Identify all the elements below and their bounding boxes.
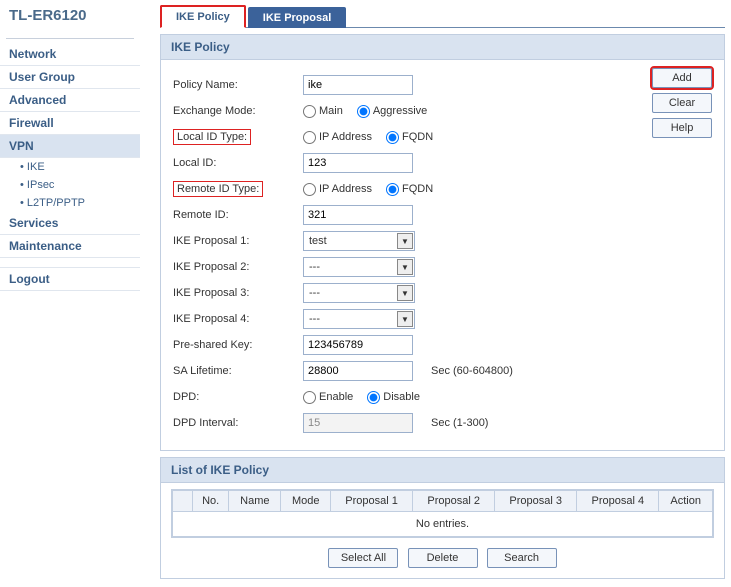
chevron-down-icon: ▼: [397, 285, 413, 301]
nav-network[interactable]: Network: [0, 43, 140, 66]
local-id-input[interactable]: [303, 153, 413, 173]
table-empty: No entries.: [172, 512, 713, 537]
radio-dpd-disable[interactable]: Disable: [367, 391, 420, 404]
label-exchange-mode: Exchange Mode:: [173, 105, 303, 117]
dpd-interval-suffix: Sec (1-300): [431, 417, 488, 429]
nav-advanced[interactable]: Advanced: [0, 89, 140, 112]
radio-main[interactable]: Main: [303, 105, 343, 118]
col-checkbox: [173, 491, 193, 512]
nav-maintenance[interactable]: Maintenance: [0, 235, 140, 258]
col-p3: Proposal 3: [495, 491, 577, 512]
nav-firewall[interactable]: Firewall: [0, 112, 140, 135]
chevron-down-icon: ▼: [397, 233, 413, 249]
proposal-3-select[interactable]: ---▼: [303, 283, 415, 303]
label-local-id: Local ID:: [173, 157, 303, 169]
nav-ipsec[interactable]: IPsec: [0, 176, 140, 194]
sa-lifetime-input[interactable]: [303, 361, 413, 381]
col-name: Name: [229, 491, 281, 512]
clear-button[interactable]: Clear: [652, 93, 712, 113]
remote-id-input[interactable]: [303, 205, 413, 225]
col-mode: Mode: [281, 491, 331, 512]
policy-table: No. Name Mode Proposal 1 Proposal 2 Prop…: [172, 490, 713, 512]
proposal-4-select[interactable]: ---▼: [303, 309, 415, 329]
label-dpd: DPD:: [173, 391, 303, 403]
label-psk: Pre-shared Key:: [173, 339, 303, 351]
search-button[interactable]: Search: [487, 548, 557, 568]
label-local-id-type: Local ID Type:: [173, 131, 303, 143]
nav-ike[interactable]: IKE: [0, 158, 140, 176]
label-policy-name: Policy Name:: [173, 79, 303, 91]
form-ike-policy: Add Clear Help Policy Name: Exchange Mod…: [160, 60, 725, 451]
nav-vpn[interactable]: VPN: [0, 135, 140, 158]
help-button[interactable]: Help: [652, 118, 712, 138]
radio-local-ip[interactable]: IP Address: [303, 131, 372, 144]
nav-l2tp-pptp[interactable]: L2TP/PPTP: [0, 194, 140, 212]
nav-logout[interactable]: Logout: [0, 268, 140, 291]
radio-dpd-enable[interactable]: Enable: [303, 391, 353, 404]
col-no: No.: [193, 491, 229, 512]
list-area: No. Name Mode Proposal 1 Proposal 2 Prop…: [160, 483, 725, 579]
proposal-1-select[interactable]: test▼: [303, 231, 415, 251]
col-action: Action: [659, 491, 713, 512]
nav-user-group[interactable]: User Group: [0, 66, 140, 89]
sidebar: TL-ER6120 Network User Group Advanced Fi…: [0, 0, 140, 587]
psk-input[interactable]: [303, 335, 413, 355]
label-remote-id: Remote ID:: [173, 209, 303, 221]
tab-ike-policy[interactable]: IKE Policy: [160, 5, 246, 28]
table-footer-buttons: Select All Delete Search: [171, 548, 714, 568]
dpd-interval-input: [303, 413, 413, 433]
chevron-down-icon: ▼: [397, 259, 413, 275]
nav-services[interactable]: Services: [0, 212, 140, 235]
label-proposal-3: IKE Proposal 3:: [173, 287, 303, 299]
col-p1: Proposal 1: [331, 491, 413, 512]
action-buttons: Add Clear Help: [652, 68, 712, 138]
section-list-policy: List of IKE Policy: [160, 457, 725, 483]
add-button[interactable]: Add: [652, 68, 712, 88]
label-proposal-4: IKE Proposal 4:: [173, 313, 303, 325]
label-sa-lifetime: SA Lifetime:: [173, 365, 303, 377]
radio-local-fqdn[interactable]: FQDN: [386, 131, 433, 144]
select-all-button[interactable]: Select All: [328, 548, 398, 568]
radio-remote-fqdn[interactable]: FQDN: [386, 183, 433, 196]
tab-ike-proposal[interactable]: IKE Proposal: [248, 7, 346, 28]
radio-aggressive[interactable]: Aggressive: [357, 105, 427, 118]
divider: [6, 38, 134, 39]
section-ike-policy: IKE Policy: [160, 34, 725, 60]
device-model: TL-ER6120: [0, 0, 140, 38]
main-content: IKE Policy IKE Proposal IKE Policy Add C…: [140, 0, 731, 587]
delete-button[interactable]: Delete: [408, 548, 478, 568]
chevron-down-icon: ▼: [397, 311, 413, 327]
label-proposal-1: IKE Proposal 1:: [173, 235, 303, 247]
col-p4: Proposal 4: [577, 491, 659, 512]
sa-lifetime-suffix: Sec (60-604800): [431, 365, 513, 377]
radio-remote-ip[interactable]: IP Address: [303, 183, 372, 196]
col-p2: Proposal 2: [413, 491, 495, 512]
label-proposal-2: IKE Proposal 2:: [173, 261, 303, 273]
policy-name-input[interactable]: [303, 75, 413, 95]
label-remote-id-type: Remote ID Type:: [173, 183, 303, 195]
label-dpd-interval: DPD Interval:: [173, 417, 303, 429]
tab-bar: IKE Policy IKE Proposal: [160, 4, 725, 28]
proposal-2-select[interactable]: ---▼: [303, 257, 415, 277]
